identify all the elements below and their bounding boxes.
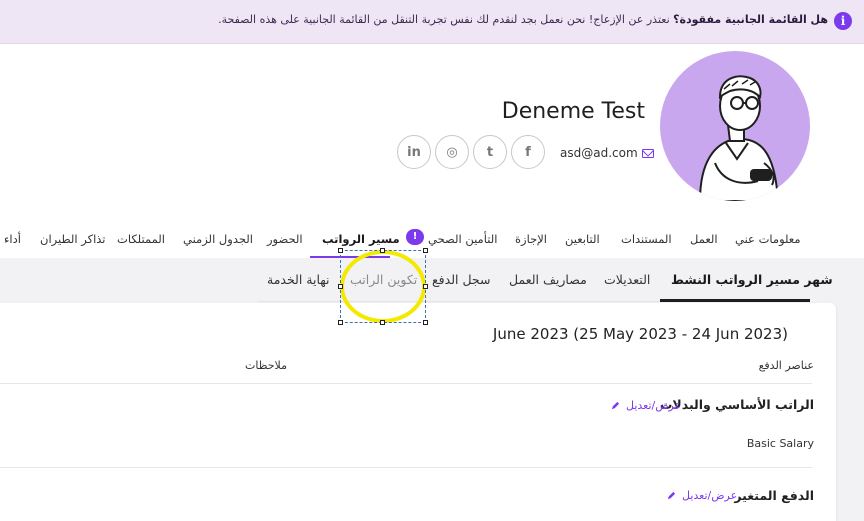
selection-handle [338, 320, 343, 325]
tab-attendance[interactable]: الحضور [267, 232, 303, 246]
profile-name: Deneme Test [501, 99, 645, 124]
tab-payroll[interactable]: مسير الرواتب [322, 232, 400, 246]
tab-documents[interactable]: المستندات [621, 232, 672, 246]
banner-message: نعتذر عن الإزعاج! نحن نعمل بجد لنقدم لك … [218, 13, 670, 26]
tab-leave[interactable]: الإجازة [515, 232, 547, 246]
section-divider [0, 467, 812, 468]
payroll-period: June 2023 (25 May 2023 - 24 Jun 2023) [492, 325, 788, 343]
selection-handle [423, 320, 428, 325]
twitter-icon[interactable]: t [473, 135, 507, 169]
selection-handle [380, 248, 385, 253]
section-basic-salary: الراتب الأساسي والبدلات [659, 397, 814, 412]
profile-email[interactable]: asd@ad.com [560, 146, 638, 160]
mail-icon [641, 148, 654, 158]
subtab-end-of-service[interactable]: نهاية الخدمة [267, 272, 330, 287]
avatar [660, 51, 810, 201]
email-row: asd@ad.com [560, 144, 654, 162]
selection-handle [423, 248, 428, 253]
section-variable-pay: الدفع المتغير [734, 488, 814, 503]
alert-badge: ! [406, 229, 424, 245]
tab-flight-tickets[interactable]: تذاكر الطيران [40, 232, 106, 246]
pencil-icon[interactable] [667, 491, 676, 500]
pencil-icon[interactable] [611, 401, 620, 410]
subtab-active-month[interactable]: شهر مسير الرواتب النشط [671, 272, 833, 287]
selection-handle [338, 248, 343, 253]
header-divider [0, 383, 812, 384]
tab-assets[interactable]: الممتلكات [117, 232, 165, 246]
tab-about[interactable]: معلومات عني [735, 232, 801, 246]
tab-work[interactable]: العمل [690, 232, 718, 246]
edit-variable-link[interactable]: عرض/تعديل [682, 489, 737, 502]
active-subtab-indicator [660, 299, 810, 302]
tab-dependents[interactable]: التابعين [565, 232, 600, 246]
selection-handle [338, 284, 343, 289]
col-payment-items: عناصر الدفع [758, 359, 814, 372]
selection-box [340, 250, 426, 323]
facebook-icon[interactable]: f [511, 135, 545, 169]
profile-header: Deneme Test asd@ad.com f t ◎ in [0, 44, 864, 258]
payroll-card: June 2023 (25 May 2023 - 24 Jun 2023) عن… [0, 303, 836, 521]
subtab-expenses[interactable]: مصاريف العمل [509, 272, 587, 287]
main-tabs: معلومات عني العمل المستندات التابعين الإ… [0, 228, 864, 258]
tab-performance[interactable]: أداء [4, 232, 21, 246]
basic-salary-item: Basic Salary [746, 437, 814, 450]
banner-text: هل القائمة الجانبية مفقودة؟ نعتذر عن الإ… [218, 13, 828, 26]
info-banner: i هل القائمة الجانبية مفقودة؟ نعتذر عن ا… [0, 0, 864, 44]
instagram-icon[interactable]: ◎ [435, 135, 469, 169]
avatar-illustration [698, 75, 780, 201]
tab-health-insurance[interactable]: التأمين الصحي [428, 232, 497, 246]
linkedin-icon[interactable]: in [397, 135, 431, 169]
subtab-adjustments[interactable]: التعديلات [604, 272, 650, 287]
subtab-payment-log[interactable]: سجل الدفع [432, 272, 490, 287]
payroll-subtabs: شهر مسير الرواتب النشط التعديلات مصاريف … [0, 258, 864, 302]
col-notes: ملاحظات [245, 359, 287, 372]
info-icon: i [834, 12, 852, 30]
selection-handle [380, 320, 385, 325]
edit-basic-link[interactable]: عرض/تعديل [626, 399, 681, 412]
tab-timeline[interactable]: الجدول الزمني [183, 232, 253, 246]
selection-handle [423, 284, 428, 289]
banner-title: هل القائمة الجانبية مفقودة؟ [673, 13, 828, 26]
